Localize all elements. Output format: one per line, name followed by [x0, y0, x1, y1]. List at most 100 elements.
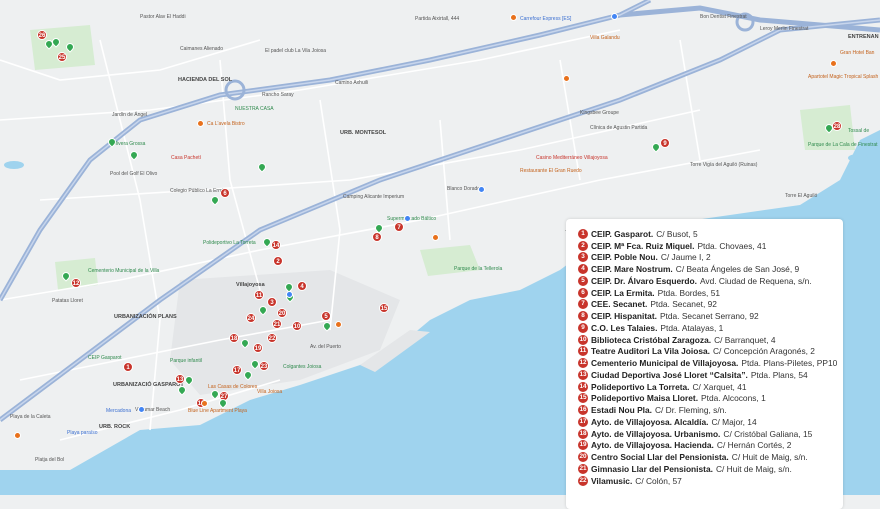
place-label: Tossal de	[848, 128, 870, 134]
legend-item: 10 Biblioteca Cristóbal Zaragoza. C/ Barra…	[578, 334, 843, 346]
place-label: ENTRENAN	[848, 34, 879, 40]
map-marker-20[interactable]: 20	[277, 308, 287, 318]
legend-item: 15 Polideportivo Maisa Lloret. Ptda. Alcoc…	[578, 393, 843, 405]
legend-marker-icon: 1	[578, 228, 588, 239]
legend-marker-icon: 3	[578, 252, 588, 263]
legend-item-address: C/ Colón, 57	[635, 475, 682, 486]
legend-marker-icon: 19	[578, 440, 588, 451]
place-label: Torre Vigía del Aguiló (Ruinas)	[690, 162, 758, 168]
map-marker-23[interactable]: 23	[259, 361, 269, 371]
place-label: Casino Mediterráneo Villajoyosa	[536, 155, 608, 161]
legend-marker-icon: 4	[578, 264, 588, 275]
legend-item-name: CEIP. Mare Nostrum.	[591, 264, 673, 275]
map-marker-11[interactable]: 11	[254, 290, 264, 300]
map-marker-19[interactable]: 19	[253, 343, 263, 353]
place-label: Rancho Saray	[262, 92, 294, 98]
place-label: Partida Aixirtall, 444	[415, 16, 460, 22]
legend-item: 12 Cementerio Municipal de Villajoyosa. Pt…	[578, 357, 843, 369]
map-marker-1[interactable]: 1	[123, 362, 133, 372]
map-marker-15[interactable]: 15	[379, 303, 389, 313]
legend-item-address: Ptda. Chovaes, 41	[697, 240, 767, 251]
legend-marker-icon: 22	[578, 475, 588, 486]
legend-item: 13 Ciudad Deportiva José Lloret “Calsita”…	[578, 369, 843, 381]
map-marker-24[interactable]: 24	[246, 313, 256, 323]
pond	[4, 161, 24, 169]
place-label: Villa Galandu	[590, 35, 620, 41]
map-marker-28[interactable]: 28	[832, 121, 842, 131]
place-label: URBANIZACIÓ GASPAROT	[113, 382, 184, 388]
place-label: Gran Hotel Ban	[840, 50, 875, 56]
map-marker-6[interactable]: 6	[220, 188, 230, 198]
map-marker-26[interactable]: 26	[37, 30, 47, 40]
place-label: Blue Line Apartment Playa	[188, 408, 247, 414]
place-label: Villa Joiosa	[257, 389, 283, 395]
map-marker-13[interactable]: 13	[175, 374, 185, 384]
map-marker-4[interactable]: 4	[297, 281, 307, 291]
poi-pin-icon	[510, 14, 517, 21]
map-marker-10[interactable]: 10	[292, 321, 302, 331]
legend-item-address: C/ Beata Ángeles de San José, 9	[675, 264, 800, 275]
map-marker-14[interactable]: 14	[271, 240, 281, 250]
place-label: Blanco Dorado	[447, 186, 481, 192]
map-marker-22[interactable]: 22	[267, 333, 277, 343]
map-marker-12[interactable]: 12	[71, 278, 81, 288]
legend-marker-icon: 14	[578, 381, 588, 392]
legend-item: 1 CEIP. Gasparot. C/ Busot, 5	[578, 228, 843, 240]
place-label: Camino Axhuili	[335, 80, 369, 86]
legend-item-name: Polideportivo Maisa Lloret.	[591, 393, 699, 404]
place-label: Clínica de Agustin Partida	[590, 125, 648, 131]
legend-marker-icon: 20	[578, 452, 588, 463]
poi-pin-icon	[201, 400, 208, 407]
place-label: Caimanes Alienado	[180, 46, 224, 52]
legend-marker-icon: 6	[578, 287, 588, 298]
legend-item-name: Ayto. de Villajoyosa. Alcaldía.	[591, 416, 709, 427]
place-label: Mercadona	[106, 408, 132, 414]
legend-item: 21 Gimnasio Llar del Pensionista. C/ Huit …	[578, 463, 843, 475]
map-marker-25[interactable]: 25	[57, 52, 67, 62]
legend-item: 4 CEIP. Mare Nostrum. C/ Beata Ángeles de …	[578, 263, 843, 275]
map-marker-18[interactable]: 18	[229, 333, 239, 343]
poi-pin-icon	[138, 406, 145, 413]
place-label: Camping Alicante Imperium	[343, 194, 405, 200]
legend-marker-icon: 15	[578, 393, 588, 404]
map-marker-7[interactable]: 7	[394, 222, 404, 232]
place-label: NUESTRA CASA	[235, 106, 274, 112]
legend-item: 6 CEIP. La Ermita. Ptda. Bordes, 51	[578, 287, 843, 299]
legend-item-name: C.O. Les Talaies.	[591, 322, 658, 333]
legend-item: 7 CEE. Secanet. Ptda. Secanet, 92	[578, 299, 843, 311]
map-marker-5[interactable]: 5	[321, 311, 331, 321]
place-label: Colegio Público La Ermita	[170, 188, 228, 194]
place-label: Patatas Lloret	[52, 298, 83, 304]
legend-item: 20 Centro Social Llar del Pensionista. C/ …	[578, 451, 843, 463]
legend-panel: 1 CEIP. Gasparot. C/ Busot, 5 2 CEIP. Mª Fca…	[566, 219, 843, 509]
map-marker-3[interactable]: 3	[267, 297, 277, 307]
poi-pin-icon	[14, 432, 21, 439]
legend-item-name: Teatre Auditori La Vila Joiosa.	[591, 346, 710, 357]
map-marker-2[interactable]: 2	[273, 256, 283, 266]
legend-marker-icon: 9	[578, 322, 588, 333]
legend-item: 11 Teatre Auditori La Vila Joiosa. C/ Conc…	[578, 346, 843, 358]
legend-item: 5 CEIP. Dr. Álvaro Esquerdo. Avd. Ciudad d…	[578, 275, 843, 287]
place-label: Ca L'avela Bistro	[207, 121, 245, 127]
legend-item-name: Ciudad Deportiva José Lloret “Calsita”.	[591, 369, 748, 380]
legend-item-address: Ptda. Alcocons, 1	[701, 393, 766, 404]
place-label: URB. MONTESOL	[340, 130, 387, 136]
legend-item-name: Biblioteca Cristóbal Zaragoza.	[591, 334, 712, 345]
legend-item: 22 Vilamusic. C/ Colón, 57	[578, 475, 843, 487]
place-label: Platja del Bol	[35, 457, 65, 463]
legend-item: 17 Ayto. de Villajoyosa. Alcaldía. C/ Majo…	[578, 416, 843, 428]
legend-item-address: C/ Hernán Cortés, 2	[716, 440, 792, 451]
legend-item-name: CEIP. Mª Fca. Ruiz Miquel.	[591, 240, 695, 251]
legend-item-address: C/ Busot, 5	[656, 228, 698, 239]
map-marker-8[interactable]: 8	[372, 232, 382, 242]
map-marker-17[interactable]: 17	[232, 365, 242, 375]
map-marker-21[interactable]: 21	[272, 319, 282, 329]
place-label: Pool del Golf El Olivo	[110, 171, 158, 177]
legend-marker-icon: 7	[578, 299, 588, 310]
place-label: Villajoyosa	[236, 282, 265, 288]
legend-item-name: CEIP. Gasparot.	[591, 228, 654, 239]
place-label: Av. del Puerto	[310, 344, 341, 350]
map-marker-9[interactable]: 9	[660, 138, 670, 148]
legend-marker-icon: 11	[578, 346, 588, 357]
legend-item: 8 CEIP. Hispanitat. Ptda. Secanet Serrano,…	[578, 310, 843, 322]
